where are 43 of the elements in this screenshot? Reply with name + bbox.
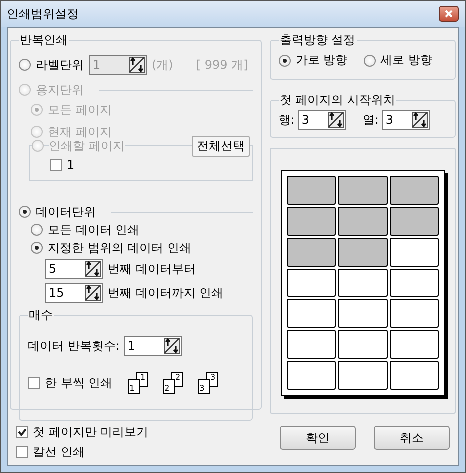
radio-button[interactable] <box>278 54 291 66</box>
checkbox-label: 칼선 인쇄 <box>33 444 85 460</box>
radio-label: 용지단위 <box>36 82 84 98</box>
radio-button[interactable] <box>364 54 376 66</box>
checkbox-label: 첫 페이지만 미리보기 <box>33 424 149 440</box>
radio-label: 현재 페이지 <box>48 124 112 140</box>
radio-label: 세로 방향 <box>380 52 432 69</box>
group-title: 매수 <box>28 307 54 324</box>
radio-label: 모든 페이지 <box>48 102 112 118</box>
radio-button[interactable] <box>19 59 31 71</box>
range-end-label: 번째 데이터까지 인쇄 <box>108 284 224 302</box>
close-button[interactable] <box>439 6 459 22</box>
checkbox[interactable] <box>28 377 40 389</box>
close-icon <box>445 10 453 18</box>
max-count-label: [ 999 개] <box>196 56 248 74</box>
dialog-button[interactable]: 확인 <box>280 426 356 450</box>
number-spinner[interactable]: 3 <box>298 110 346 130</box>
dialog-button[interactable]: 취소 <box>374 426 450 450</box>
group-title: 첫 페이지의 시작위치 <box>278 92 396 109</box>
group-title: 반복인쇄 <box>19 32 69 49</box>
radio-button[interactable] <box>31 224 43 236</box>
checkbox[interactable] <box>16 446 28 458</box>
number-spinner[interactable]: 1 <box>124 336 182 356</box>
radio-label: 라벨단위 <box>36 56 84 74</box>
radio-label: 지정한 범위의 데이터 인쇄 <box>48 240 192 256</box>
range-start-label: 번째 데이터부터 <box>108 260 196 278</box>
unit-label: (개) <box>152 56 174 74</box>
repeat-count-label: 데이터 반복횟수: <box>28 338 120 354</box>
radio-label: 모든 데이터 인쇄 <box>48 222 140 238</box>
radio-button[interactable] <box>31 242 43 254</box>
checkbox-label: 한 부씩 인쇄 <box>45 374 113 392</box>
row-label: 행: <box>278 112 295 128</box>
number-spinner[interactable]: 15 <box>45 283 103 303</box>
window-title: 인쇄범위설정 <box>7 6 79 22</box>
number-spinner[interactable]: 5 <box>45 259 103 279</box>
number-spinner[interactable]: 3 <box>382 110 430 130</box>
column-label: 열: <box>362 112 379 128</box>
page-label: 1 <box>67 158 75 172</box>
checkbox[interactable] <box>16 426 28 438</box>
radio-button[interactable] <box>19 206 31 218</box>
radio-label: 데이터단위 <box>36 204 96 220</box>
group-title: 출력방향 설정 <box>278 32 357 49</box>
radio-label: 가로 방향 <box>296 52 348 69</box>
